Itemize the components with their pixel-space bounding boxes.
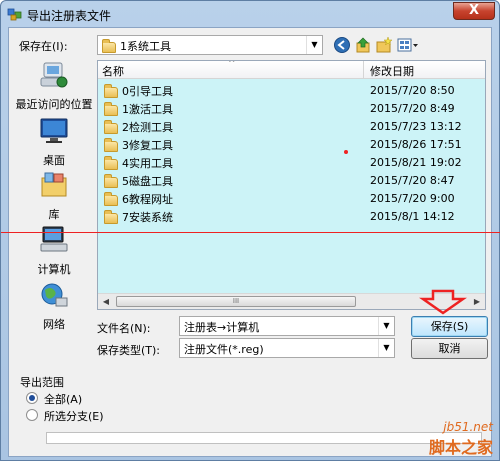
- cancel-button[interactable]: 取消: [411, 338, 488, 359]
- view-menu-icon[interactable]: [397, 36, 419, 54]
- chevron-down-icon: ▼: [378, 317, 394, 335]
- folder-icon: [104, 137, 118, 152]
- folder-icon: [104, 155, 118, 170]
- save-in-dropdown[interactable]: 1系统工具 ▼: [97, 35, 323, 55]
- place-library[interactable]: 库: [13, 170, 95, 222]
- place-label-network: 网络: [43, 318, 65, 331]
- window-title: 导出注册表文件: [27, 9, 112, 23]
- radio-branch-label: 所选分支(E): [44, 410, 104, 423]
- list-item[interactable]: 5磁盘工具 2015/7/20 8:47: [98, 171, 485, 189]
- close-button[interactable]: X: [453, 2, 495, 20]
- place-recent[interactable]: 最近访问的位置: [13, 60, 95, 112]
- places-bar: 最近访问的位置 桌面 库 计算机 网络: [13, 58, 95, 358]
- filename-input[interactable]: 注册表→计算机 ▼: [179, 316, 395, 336]
- list-item[interactable]: 7安装系统 2015/8/1 14:12: [98, 207, 485, 225]
- radio-all[interactable]: [26, 392, 38, 404]
- file-list-header: 名称 ^ 修改日期: [98, 61, 485, 79]
- library-icon: [41, 172, 67, 197]
- close-icon: X: [468, 3, 480, 18]
- folder-icon: [104, 209, 118, 224]
- folder-icon: [102, 38, 116, 53]
- branch-path-input[interactable]: [46, 432, 482, 444]
- save-in-value: 1系统工具: [120, 40, 171, 53]
- scrollbar-thumb[interactable]: III: [116, 296, 356, 307]
- list-item[interactable]: 6教程网址 2015/7/20 9:00: [98, 189, 485, 207]
- export-range-title: 导出范围: [20, 376, 64, 389]
- list-item[interactable]: 0引导工具 2015/7/20 8:50: [98, 81, 485, 99]
- file-list[interactable]: 名称 ^ 修改日期 0引导工具 2015/7/20 8:50 1激活工具 201…: [97, 60, 486, 310]
- folder-icon: [104, 83, 118, 98]
- dialog-body: 保存在(I): 1系统工具 ▼ 最近访问的位置 桌面 库 计算机 网络 名称 ^…: [8, 27, 492, 457]
- column-header-date[interactable]: 修改日期: [365, 61, 485, 79]
- filename-label: 文件名(N):: [97, 322, 151, 335]
- folder-icon: [104, 119, 118, 134]
- folder-icon: [104, 101, 118, 116]
- save-in-label: 保存在(I):: [19, 40, 68, 53]
- list-item[interactable]: 4实用工具 2015/8/21 19:02: [98, 153, 485, 171]
- title-bar[interactable]: 导出注册表文件 X: [1, 1, 499, 27]
- chevron-down-icon: ▼: [378, 339, 394, 357]
- filetype-label: 保存类型(T):: [97, 344, 161, 357]
- scroll-left-icon[interactable]: ◀: [98, 294, 114, 309]
- annotation-line: [1, 232, 500, 233]
- save-button[interactable]: 保存(S): [411, 316, 488, 337]
- regedit-app-icon: [7, 8, 22, 21]
- annotation-arrow-icon: [419, 289, 467, 315]
- place-desktop[interactable]: 桌面: [13, 116, 95, 168]
- filetype-dropdown[interactable]: 注册文件(*.reg) ▼: [179, 338, 395, 358]
- sort-ascending-icon: ^: [228, 60, 236, 69]
- place-label-recent: 最近访问的位置: [15, 98, 93, 111]
- list-item[interactable]: 1激活工具 2015/7/20 8:49: [98, 99, 485, 117]
- up-folder-icon[interactable]: [354, 36, 372, 54]
- list-item[interactable]: 3修复工具 2015/8/26 17:51: [98, 135, 485, 153]
- desktop-icon: [40, 118, 68, 143]
- watermark: jb51.net 脚本之家: [428, 420, 493, 457]
- folder-icon: [104, 191, 118, 206]
- annotation-dot: [344, 150, 348, 154]
- radio-all-label: 全部(A): [44, 393, 83, 406]
- computer-icon: [40, 226, 68, 252]
- export-registry-dialog: 导出注册表文件 X 保存在(I): 1系统工具 ▼ 最近访问的位置 桌面 库 计…: [0, 0, 500, 461]
- back-icon[interactable]: [333, 36, 351, 54]
- chevron-down-icon: ▼: [306, 36, 322, 54]
- network-icon: [41, 283, 68, 307]
- radio-selected-branch[interactable]: [26, 409, 38, 421]
- export-range-group: 导出范围 全部(A) 所选分支(E): [16, 374, 486, 446]
- list-item[interactable]: 2检测工具 2015/7/23 13:12: [98, 117, 485, 135]
- place-label-library: 库: [48, 208, 60, 221]
- place-network[interactable]: 网络: [13, 280, 95, 332]
- place-label-computer: 计算机: [37, 263, 71, 276]
- scroll-right-icon[interactable]: ▶: [469, 294, 485, 309]
- column-header-name[interactable]: 名称 ^: [98, 61, 364, 79]
- recent-places-icon: [40, 62, 68, 88]
- folder-icon: [104, 173, 118, 188]
- place-label-desktop: 桌面: [43, 154, 65, 167]
- new-folder-icon[interactable]: [375, 36, 393, 54]
